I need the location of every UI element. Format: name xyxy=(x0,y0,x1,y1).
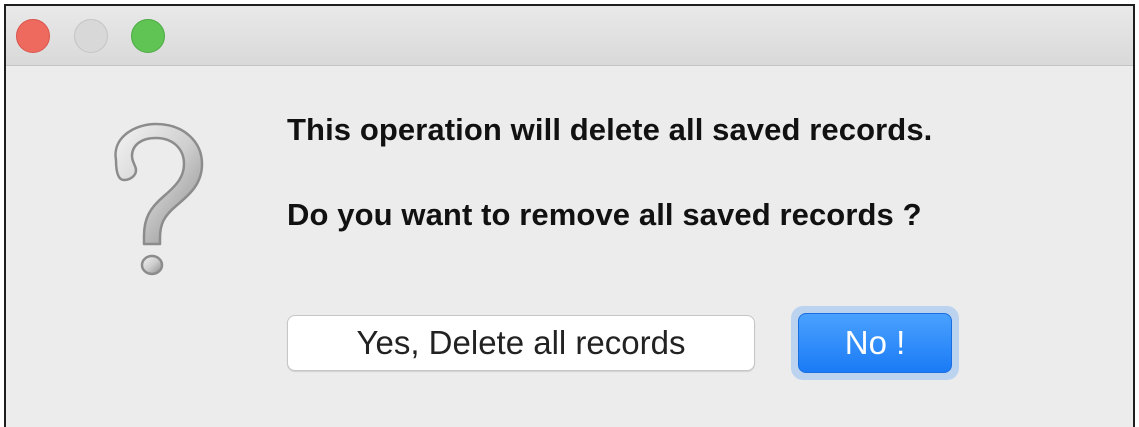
no-button[interactable]: No ! xyxy=(798,313,952,373)
question-mark-icon xyxy=(114,122,204,276)
zoom-window-button[interactable] xyxy=(131,19,165,53)
dialog-window: This operation will delete all saved rec… xyxy=(4,4,1135,427)
title-bar[interactable] xyxy=(6,6,1133,66)
yes-delete-all-button[interactable]: Yes, Delete all records xyxy=(287,315,755,371)
dialog-message-secondary: Do you want to remove all saved records … xyxy=(287,197,922,232)
minimize-window-button[interactable] xyxy=(74,19,108,53)
dialog-message-primary: This operation will delete all saved rec… xyxy=(287,112,933,147)
close-window-button[interactable] xyxy=(16,19,50,53)
